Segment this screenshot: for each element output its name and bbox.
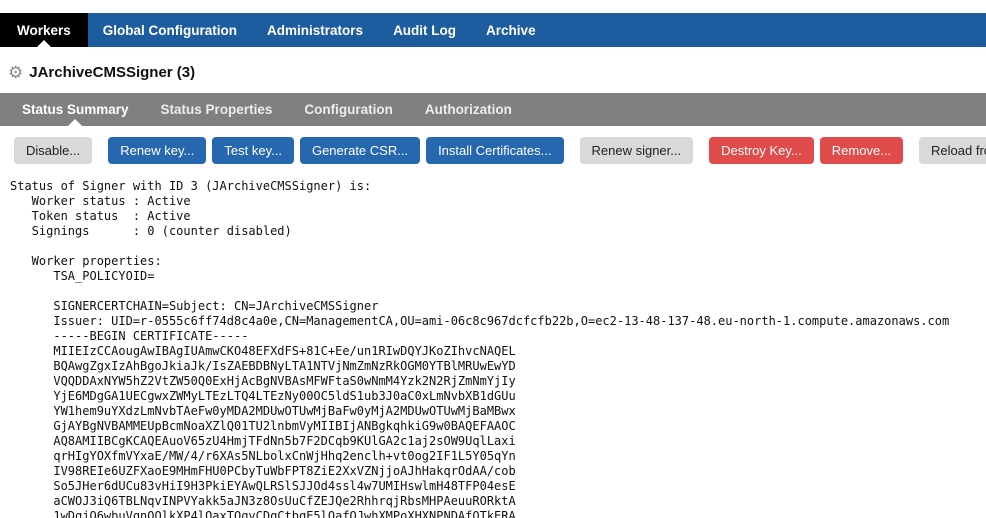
destroy-key-button[interactable]: Destroy Key... <box>709 137 814 164</box>
nav-item-label: Archive <box>486 23 536 38</box>
tab-status-summary[interactable]: Status Summary <box>6 93 145 126</box>
generate-csr-button[interactable]: Generate CSR... <box>300 137 420 164</box>
active-tab-pointer <box>68 119 82 126</box>
nav-item-global-configuration[interactable]: Global Configuration <box>88 13 252 47</box>
worker-tabbar: Status Summary Status Properties Configu… <box>0 93 986 126</box>
worker-action-toolbar: Disable... Renew key... Test key... Gene… <box>14 137 986 164</box>
remove-button[interactable]: Remove... <box>820 137 903 164</box>
tab-label: Status Properties <box>161 102 273 117</box>
reload-from-database-button[interactable]: Reload from database... <box>919 137 986 164</box>
tab-label: Configuration <box>304 102 392 117</box>
nav-item-label: Global Configuration <box>103 23 237 38</box>
nav-item-label: Audit Log <box>393 23 456 38</box>
test-key-button[interactable]: Test key... <box>212 137 294 164</box>
renew-signer-button[interactable]: Renew signer... <box>580 137 694 164</box>
nav-item-administrators[interactable]: Administrators <box>252 13 378 47</box>
active-tab-pointer <box>37 40 51 47</box>
nav-item-archive[interactable]: Archive <box>471 13 551 47</box>
main-navbar: Workers Global Configuration Administrat… <box>0 13 986 47</box>
tab-authorization[interactable]: Authorization <box>409 93 528 126</box>
nav-item-workers[interactable]: Workers <box>0 13 88 47</box>
disable-button[interactable]: Disable... <box>14 137 92 164</box>
nav-item-label: Administrators <box>267 23 363 38</box>
worker-gear-icon: ⚙ <box>8 64 23 81</box>
tab-status-properties[interactable]: Status Properties <box>145 93 289 126</box>
renew-key-button[interactable]: Renew key... <box>108 137 206 164</box>
worker-status-output: Status of Signer with ID 3 (JArchiveCMSS… <box>10 179 986 518</box>
install-certificates-button[interactable]: Install Certificates... <box>426 137 563 164</box>
tab-label: Status Summary <box>22 102 129 117</box>
nav-item-audit-log[interactable]: Audit Log <box>378 13 471 47</box>
nav-item-label: Workers <box>17 23 71 38</box>
tab-configuration[interactable]: Configuration <box>288 93 408 126</box>
tab-label: Authorization <box>425 102 512 117</box>
page-title-row: ⚙ JArchiveCMSSigner (3) <box>8 64 986 81</box>
page-title: JArchiveCMSSigner (3) <box>29 64 195 81</box>
